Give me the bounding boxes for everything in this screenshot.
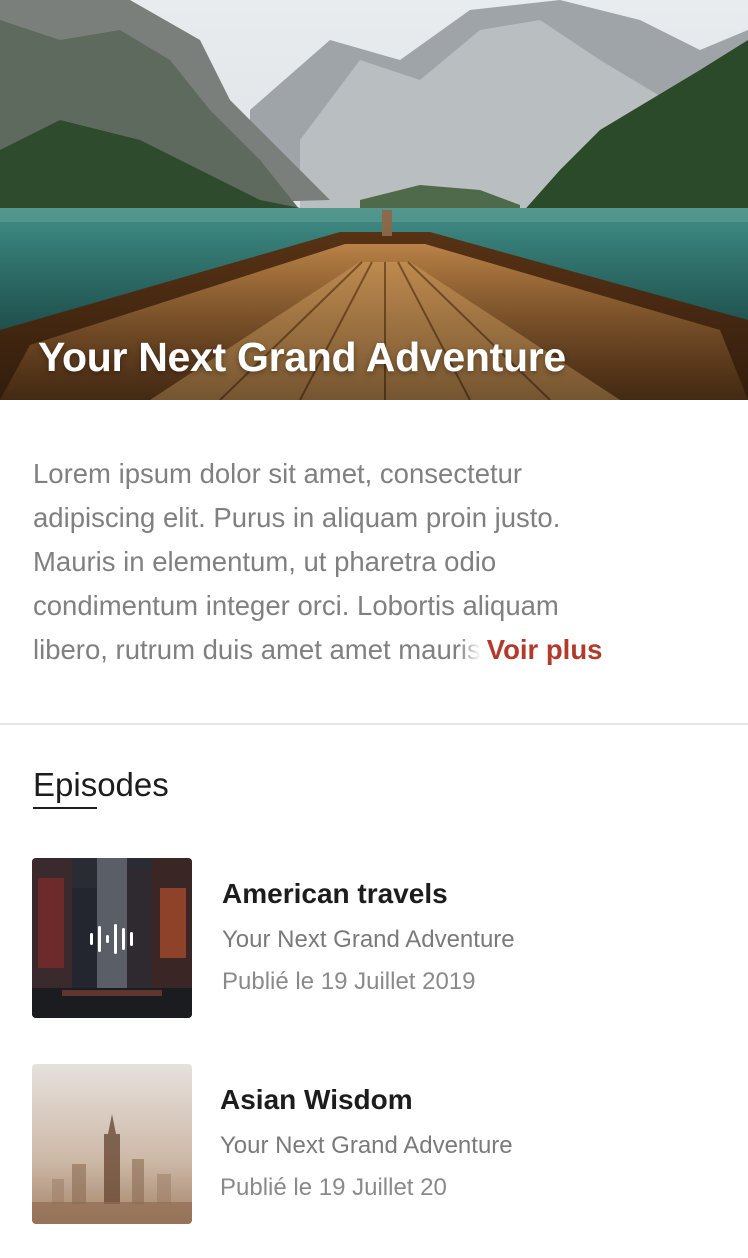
episode-item[interactable]: American travels Your Next Grand Adventu… xyxy=(0,858,748,1018)
description-line: adipiscing elit. Purus in aliquam proin … xyxy=(33,502,561,533)
description-line: Mauris in elementum, ut pharetra odio xyxy=(33,546,497,577)
episode-subtitle: Your Next Grand Adventure xyxy=(222,926,515,953)
episode-date: Publié le 19 Juillet 20 xyxy=(220,1174,447,1201)
episodes-heading: Episodes xyxy=(33,766,169,803)
heading-underline xyxy=(33,807,97,809)
read-more-link[interactable]: Voir plus xyxy=(487,634,603,665)
episode-date: Publié le 19 Juillet 2019 xyxy=(222,968,476,995)
episode-title: Asian Wisdom xyxy=(220,1084,413,1115)
description-line: Lorem ipsum dolor sit amet, consectetur xyxy=(33,458,523,489)
show-description: Lorem ipsum dolor sit amet, consectetur … xyxy=(33,452,723,672)
misty-city-image xyxy=(32,1064,192,1224)
episode-subtitle: Your Next Grand Adventure xyxy=(220,1132,513,1159)
episode-title: American travels xyxy=(222,878,448,909)
audio-wave-icon xyxy=(90,924,133,954)
hero-banner: Your Next Grand Adventure xyxy=(0,0,748,400)
episode-thumbnail[interactable] xyxy=(32,858,192,1018)
episode-thumbnail[interactable] xyxy=(32,1064,192,1224)
text-fade xyxy=(458,633,481,663)
hero-title: Your Next Grand Adventure xyxy=(38,334,566,380)
description-line: libero, rutrum duis amet amet mauris xyxy=(33,634,481,665)
description-last-line: libero, rutrum duis amet amet mauris Voir… xyxy=(33,628,723,672)
episode-item[interactable]: Asian Wisdom Your Next Grand Adventure P… xyxy=(0,1064,748,1224)
description-line: condimentum integer orci. Lobortis aliqu… xyxy=(33,590,559,621)
section-divider xyxy=(0,723,748,725)
